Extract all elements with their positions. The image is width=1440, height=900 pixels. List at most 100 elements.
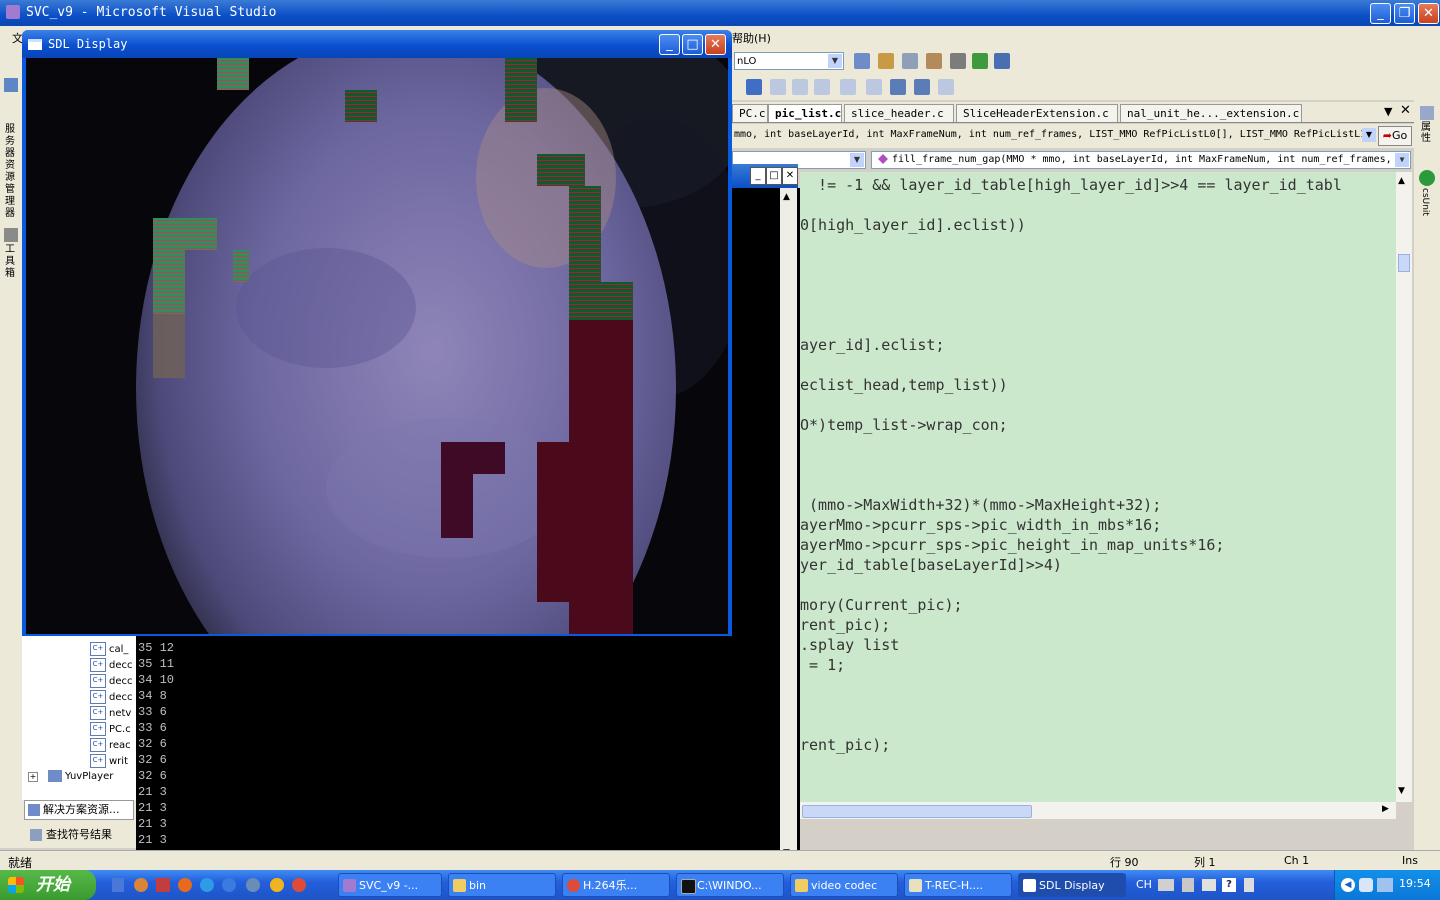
task-chrome[interactable]: H.264乐... xyxy=(562,873,670,897)
solution-file-item[interactable]: C+ writ xyxy=(90,754,128,768)
network-icon[interactable] xyxy=(1377,878,1393,892)
scroll-thumb[interactable] xyxy=(1398,254,1410,272)
csunit-dock-tab[interactable]: csUnit xyxy=(1420,188,1430,216)
find-in-files-icon[interactable] xyxy=(854,53,870,69)
task-sdl-display[interactable]: SDL Display xyxy=(1018,873,1126,897)
tab-slice-header-c[interactable]: slice_header.c xyxy=(844,104,954,122)
solution-file-item[interactable]: C+ decc xyxy=(90,658,133,672)
complete-word-icon[interactable] xyxy=(914,79,930,95)
tools-icon[interactable] xyxy=(950,53,966,69)
task-trec-document[interactable]: T-REC-H.... xyxy=(904,873,1012,897)
solution-file-item[interactable]: C+ decc xyxy=(90,674,133,688)
chrome-icon[interactable] xyxy=(292,878,306,892)
tab-pic-list-c[interactable]: pic_list.c xyxy=(768,104,842,122)
toolbox-icon[interactable] xyxy=(926,53,942,69)
solution-file-label: decc xyxy=(109,676,133,687)
navigation-bar: mmo, int baseLayerId, int MaxFrameNum, i… xyxy=(732,124,1414,148)
solution-file-item[interactable]: C+ cal_ xyxy=(90,642,128,656)
options-icon[interactable] xyxy=(1244,878,1254,892)
firefox-icon[interactable] xyxy=(178,878,192,892)
parameter-info-icon[interactable] xyxy=(938,79,954,95)
sdl-close-button[interactable]: ✕ xyxy=(705,34,726,55)
scroll-up-icon[interactable]: ▲ xyxy=(783,192,790,202)
tab-nal-unit-header-extension-c[interactable]: nal_unit_he..._extension.c xyxy=(1120,104,1302,122)
prev-bookmark-icon[interactable] xyxy=(792,79,808,95)
tab-solution-explorer[interactable]: 解决方案资源... xyxy=(24,800,134,820)
go-label: Go xyxy=(1391,129,1408,142)
member-combo[interactable]: fill_frame_num_gap(MMO * mmo, int baseLa… xyxy=(871,151,1411,169)
close-button[interactable]: ✕ xyxy=(1418,3,1439,24)
restore-button[interactable]: ❐ xyxy=(1394,3,1415,24)
show-desktop-icon[interactable] xyxy=(112,878,124,892)
status-column: 列 1 xyxy=(1194,856,1216,869)
console-minimize-button[interactable]: _ xyxy=(750,167,766,185)
next-bookmark-icon[interactable] xyxy=(814,79,830,95)
console-maximize-button[interactable]: □ xyxy=(766,167,782,185)
text-editor-toolbar xyxy=(732,74,1440,100)
task-bin-folder[interactable]: bin xyxy=(448,873,556,897)
solution-file-item[interactable]: C+ PC.c xyxy=(90,722,131,736)
tray-expand-icon[interactable]: ◀ xyxy=(1341,878,1355,892)
code-editor[interactable]: != -1 && layer_id_table[high_layer_id]>>… xyxy=(800,172,1396,802)
keyboard-icon[interactable] xyxy=(1158,879,1174,891)
quicklaunch-media-icon[interactable] xyxy=(134,878,148,892)
solution-explorer-icon[interactable] xyxy=(878,53,894,69)
tab-solution-explorer-label: 解决方案资源... xyxy=(43,803,120,816)
vs-window-title: SVC_v9 - Microsoft Visual Studio xyxy=(26,5,277,20)
messenger-icon[interactable] xyxy=(1359,878,1373,892)
expand-icon[interactable]: + xyxy=(28,772,38,782)
menu-help[interactable]: 帮助(H) xyxy=(732,30,771,46)
ie-icon[interactable] xyxy=(222,878,236,892)
signature-dropdown-icon[interactable]: ▼ xyxy=(1362,128,1376,142)
window-layout-icon[interactable] xyxy=(994,53,1010,69)
solution-project-item[interactable]: + YuvPlayer xyxy=(28,770,113,782)
configuration-combo[interactable]: nLO ▼ xyxy=(734,52,844,70)
solution-file-item[interactable]: C+ decc xyxy=(90,690,133,704)
cpp-file-icon: C+ xyxy=(90,674,106,688)
task-visual-studio-label: SVC_v9 -... xyxy=(359,879,419,892)
toolbox-tab[interactable]: 工具箱 xyxy=(5,244,17,280)
language-indicator[interactable]: CH xyxy=(1136,878,1152,891)
tab-pc-c[interactable]: PC.c xyxy=(732,104,768,122)
tab-slice-header-extension-c[interactable]: SliceHeaderExtension.c xyxy=(956,104,1118,122)
comment-icon[interactable] xyxy=(746,79,762,95)
chevron-down-icon: ▼ xyxy=(828,54,842,68)
skype-icon[interactable] xyxy=(200,878,214,892)
editor-vertical-scrollbar[interactable]: ▲ ▼ xyxy=(1396,172,1412,802)
scroll-right-icon[interactable]: ▶ xyxy=(1382,804,1389,814)
minimize-button[interactable]: _ xyxy=(1370,3,1391,24)
properties-dock-tab[interactable]: 属性 xyxy=(1421,122,1433,144)
help-icon[interactable]: ? xyxy=(1222,878,1236,892)
tab-find-symbol-label: 查找符号结果 xyxy=(46,828,112,841)
sdl-minimize-button[interactable]: _ xyxy=(659,34,680,55)
tab-find-symbol-results[interactable]: 查找符号结果 xyxy=(24,826,134,846)
task-cmd[interactable]: C:\WINDO... xyxy=(676,873,784,897)
tab-list-chevron-icon[interactable]: ▼ xyxy=(1384,105,1392,118)
start-button[interactable]: 开始 xyxy=(0,870,96,900)
quicklaunch-qq-icon[interactable] xyxy=(270,878,284,892)
sdl-maximize-button[interactable]: □ xyxy=(682,34,703,55)
quicklaunch-globe-icon[interactable] xyxy=(246,878,260,892)
quicklaunch-app-icon[interactable] xyxy=(156,878,170,892)
bookmark-icon[interactable] xyxy=(770,79,786,95)
task-visual-studio[interactable]: SVC_v9 -... xyxy=(338,873,442,897)
outdent-icon[interactable] xyxy=(890,79,906,95)
indent-icon[interactable] xyxy=(866,79,882,95)
start-page-icon[interactable] xyxy=(972,53,988,69)
solution-file-item[interactable]: C+ netv xyxy=(90,706,131,720)
clear-bookmarks-icon[interactable] xyxy=(840,79,856,95)
scroll-up-icon[interactable]: ▲ xyxy=(1398,176,1405,186)
console-close-button[interactable]: ✕ xyxy=(782,167,798,185)
close-tab-icon[interactable]: ✕ xyxy=(1400,103,1411,118)
properties-icon[interactable] xyxy=(902,53,918,69)
horizontal-scroll-thumb[interactable] xyxy=(802,805,1032,818)
console-scrollbar[interactable]: ▲ ▼ xyxy=(780,188,797,864)
code-line: (mmo->MaxWidth+32)*(mmo->MaxHeight+32); xyxy=(800,496,1162,514)
task-video-codec[interactable]: video codec xyxy=(790,873,898,897)
scroll-down-icon[interactable]: ▼ xyxy=(1398,786,1405,796)
solution-file-item[interactable]: C+ reac xyxy=(90,738,131,752)
server-explorer-tab[interactable]: 服务器资源管理器 xyxy=(5,124,17,220)
go-button[interactable]: ➦Go xyxy=(1378,126,1412,146)
ime-icon[interactable] xyxy=(1202,879,1216,891)
pen-icon[interactable] xyxy=(1182,878,1194,892)
